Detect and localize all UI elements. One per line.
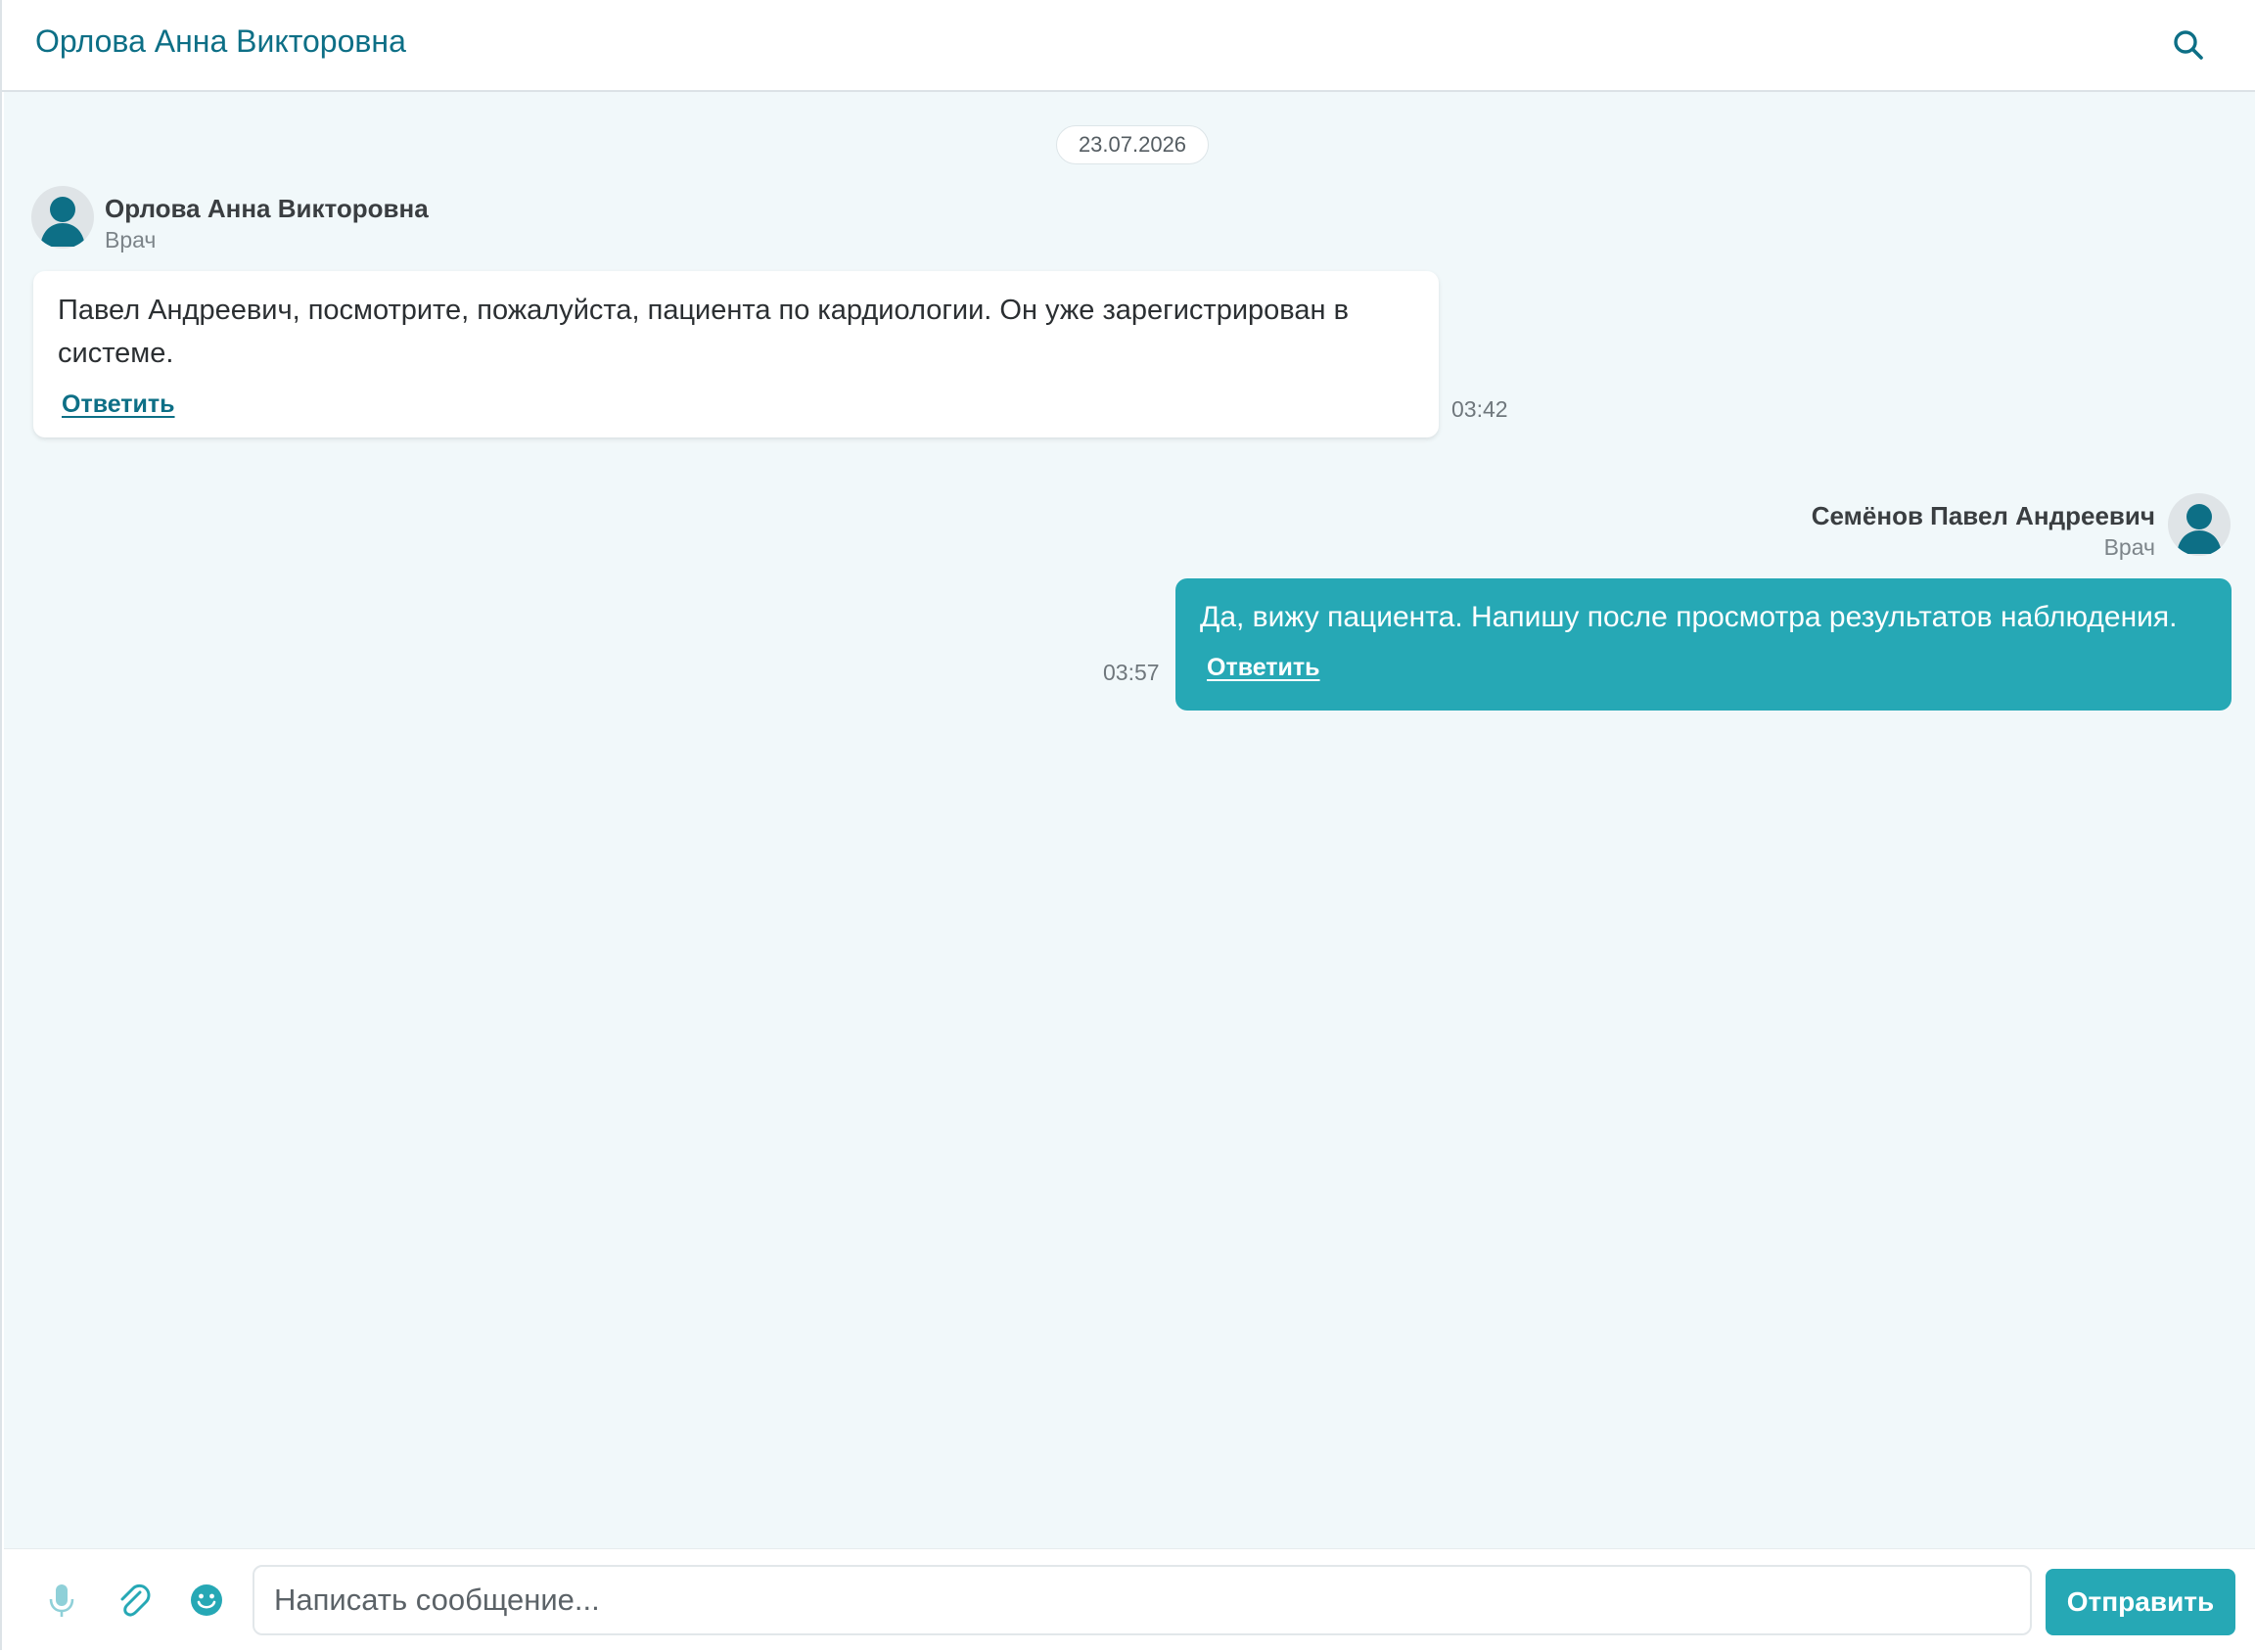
send-button[interactable]: Отправить: [2046, 1569, 2235, 1635]
microphone-icon[interactable]: [40, 1579, 83, 1622]
search-icon[interactable]: [2169, 25, 2208, 65]
chat-title: Орлова Анна Викторовна: [35, 23, 406, 59]
outgoing-message-bubble: Да, вижу пациента. Напишу после просмотр…: [1175, 578, 2232, 711]
user-avatar-icon: [31, 186, 94, 249]
reply-link[interactable]: Ответить: [62, 390, 175, 419]
sender-role: Врач: [105, 227, 157, 252]
user-avatar-icon: [2168, 493, 2231, 556]
incoming-message-bubble: Павел Андреевич, посмотрите, пожалуйста,…: [33, 271, 1439, 437]
sender-role: Врач: [2103, 534, 2155, 560]
message-time: 03:57: [1103, 660, 1160, 685]
paperclip-icon[interactable]: [113, 1579, 156, 1622]
date-separator: 23.07.2026: [1056, 125, 1209, 164]
message-time: 03:42: [1451, 396, 1508, 422]
emoji-icon[interactable]: [185, 1579, 228, 1622]
message-composer: Отправить: [4, 1548, 2255, 1650]
reply-link[interactable]: Ответить: [1207, 654, 1320, 682]
chat-header: Орлова Анна Викторовна: [2, 0, 2255, 92]
message-text: Да, вижу пациента. Напишу после просмотр…: [1200, 601, 2178, 633]
sender-name: Орлова Анна Викторовна: [105, 194, 429, 223]
chat-window: Орлова Анна Викторовна 23.07.2026 Орлова…: [0, 0, 2255, 1650]
message-list: 23.07.2026 Орлова Анна Викторовна Врач П…: [4, 92, 2255, 1548]
message-input[interactable]: [253, 1565, 2032, 1635]
message-text: Павел Андреевич, посмотрите, пожалуйста,…: [58, 295, 1349, 369]
sender-name: Семёнов Павел Андреевич: [1811, 501, 2155, 530]
